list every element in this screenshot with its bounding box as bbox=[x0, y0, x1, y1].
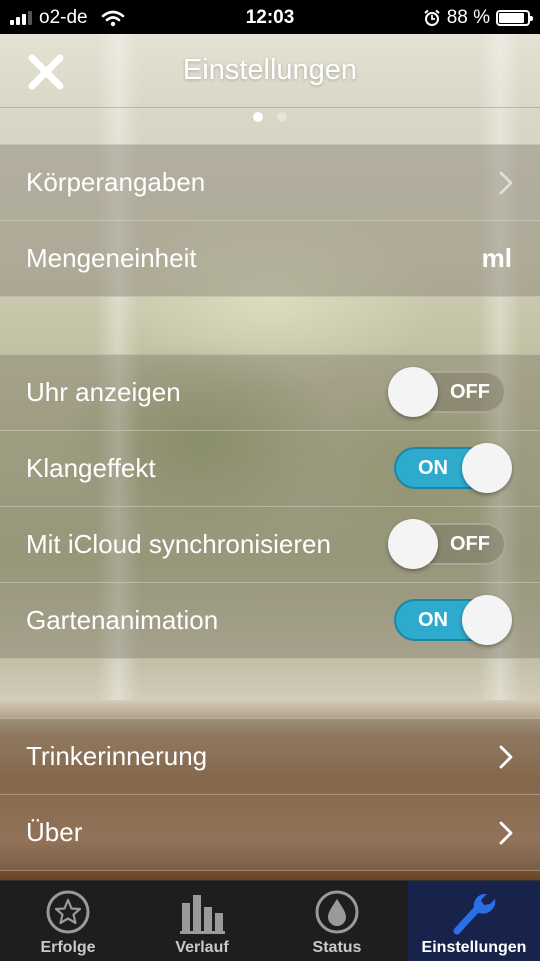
bar-chart-icon bbox=[180, 895, 225, 934]
tab-label: Erfolge bbox=[40, 939, 96, 956]
row-koerperangaben[interactable]: Körperangaben bbox=[0, 145, 540, 221]
toggle-state: ON bbox=[418, 457, 448, 479]
tab-status[interactable]: Status bbox=[272, 881, 402, 961]
toggle-knob bbox=[462, 443, 512, 493]
chevron-right-icon bbox=[499, 745, 513, 769]
row-trinkerinnerung[interactable]: Trinkerinnerung bbox=[0, 719, 540, 795]
row-mengeneinheit[interactable]: Mengeneinheit ml bbox=[0, 221, 540, 296]
header-divider bbox=[0, 107, 540, 108]
status-bar-right: 88 % bbox=[423, 7, 533, 29]
toggle-uhr-anzeigen[interactable]: OFF bbox=[388, 367, 506, 417]
row-label: Mit iCloud synchronisieren bbox=[26, 529, 331, 559]
tab-erfolge[interactable]: Erfolge bbox=[3, 881, 133, 961]
wrench-icon bbox=[453, 893, 496, 935]
toggle-state: OFF bbox=[450, 533, 490, 555]
row-gartenanimation: Gartenanimation ON bbox=[0, 583, 540, 658]
tab-bar: Erfolge Verlauf Status Einstellungen bbox=[0, 880, 540, 961]
tab-einstellungen[interactable]: Einstellungen bbox=[408, 881, 540, 961]
row-icloud-sync: Mit iCloud synchronisieren OFF bbox=[0, 507, 540, 583]
toggle-knob bbox=[462, 595, 512, 645]
toggle-gartenanimation[interactable]: ON bbox=[394, 595, 512, 645]
alarm-icon bbox=[424, 9, 440, 26]
toggle-state: OFF bbox=[450, 381, 490, 403]
toggle-klangeffekt[interactable]: ON bbox=[394, 443, 512, 493]
row-label: Gartenanimation bbox=[26, 605, 219, 635]
battery-percent: 88 % bbox=[446, 7, 490, 28]
row-label: Trinkerinnerung bbox=[26, 741, 208, 771]
chevron-right-icon bbox=[499, 171, 513, 195]
settings-group-toggles: Uhr anzeigen OFF Klangeffekt ON Mit iClo… bbox=[0, 354, 540, 659]
row-label: Über bbox=[26, 817, 83, 847]
water-drop-icon bbox=[315, 890, 359, 934]
settings-group-more: Trinkerinnerung Über bbox=[0, 718, 540, 871]
row-label: Klangeffekt bbox=[26, 453, 156, 483]
battery-fill bbox=[499, 13, 524, 23]
tab-verlauf[interactable]: Verlauf bbox=[137, 881, 267, 961]
row-label: Mengeneinheit bbox=[26, 243, 197, 273]
toggle-knob bbox=[388, 519, 438, 569]
toggle-state: ON bbox=[418, 609, 448, 631]
row-ueber[interactable]: Über bbox=[0, 795, 540, 870]
page-dot-active bbox=[253, 112, 263, 122]
battery-icon bbox=[496, 10, 533, 26]
tab-label: Verlauf bbox=[175, 939, 229, 956]
tab-label: Status bbox=[312, 939, 362, 956]
toggle-icloud-sync[interactable]: OFF bbox=[388, 519, 506, 569]
page-indicator[interactable] bbox=[0, 112, 540, 122]
chevron-right-icon bbox=[499, 821, 513, 845]
page-title: Einstellungen bbox=[182, 54, 358, 86]
settings-group-body: Körperangaben Mengeneinheit ml bbox=[0, 144, 540, 297]
toggle-knob bbox=[388, 367, 438, 417]
tab-label: Einstellungen bbox=[421, 939, 527, 956]
page-dot bbox=[277, 112, 287, 122]
nav-header: Einstellungen bbox=[0, 34, 540, 108]
row-uhr-anzeigen: Uhr anzeigen OFF bbox=[0, 355, 540, 431]
row-klangeffekt: Klangeffekt ON bbox=[0, 431, 540, 507]
unit-value: ml bbox=[481, 243, 512, 273]
row-label: Körperangaben bbox=[26, 167, 206, 197]
star-icon bbox=[46, 890, 90, 934]
status-bar: o2-de 12:03 88 % bbox=[0, 0, 540, 34]
row-label: Uhr anzeigen bbox=[26, 377, 181, 407]
